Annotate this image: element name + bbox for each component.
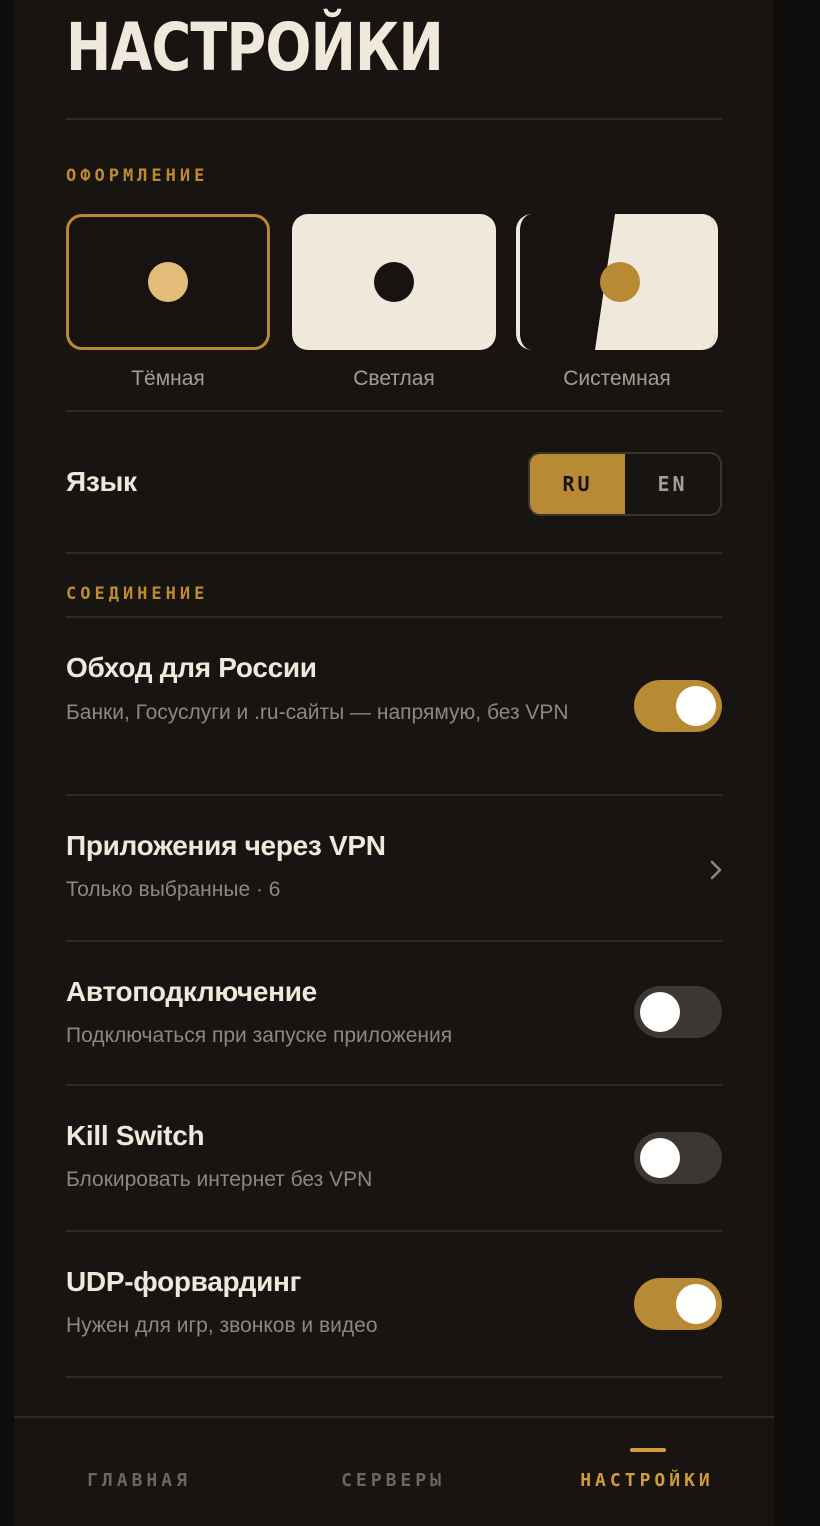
toggle-autoconnect[interactable]	[634, 986, 722, 1038]
setting-subtitle-kill-switch: Блокировать интернет без VPN	[66, 1168, 373, 1191]
theme-label-dark: Тёмная	[131, 367, 205, 390]
setting-subtitle-russia-bypass: Банки, Госуслуги и .ru-сайты — напрямую,…	[66, 701, 569, 724]
setting-subtitle-autoconnect: Подключаться при запуске приложения	[66, 1024, 453, 1047]
nav-item-settings[interactable]: НАСТРОЙКИ	[522, 1470, 772, 1491]
nav-active-indicator	[630, 1448, 666, 1452]
setting-title-split-tunneling: Приложения через VPN	[66, 830, 386, 861]
setting-title-kill-switch: Kill Switch	[66, 1120, 205, 1151]
setting-subtitle-udp-forwarding: Нужен для игр, звонков и видео	[66, 1314, 378, 1337]
theme-preview-system	[516, 214, 718, 350]
theme-label-light: Светлая	[353, 367, 435, 390]
toggle-russia-bypass[interactable]	[634, 680, 722, 732]
theme-option-dark[interactable]: Тёмная	[66, 214, 270, 394]
divider	[66, 1376, 722, 1378]
language-option-en[interactable]: EN	[625, 454, 720, 514]
setting-title-udp-forwarding: UDP-форвардинг	[66, 1266, 301, 1297]
theme-label-system: Системная	[563, 367, 671, 390]
toggle-knob	[640, 992, 680, 1032]
toggle-knob	[640, 1138, 680, 1178]
page-title: НАСТРОЙКИ	[66, 9, 444, 86]
divider	[66, 118, 722, 120]
section-header-appearance: ОФОРМЛЕНИЕ	[66, 166, 209, 186]
divider	[66, 552, 722, 554]
theme-option-light[interactable]: Светлая	[292, 214, 496, 394]
nav-item-servers[interactable]: СЕРВЕРЫ	[268, 1470, 518, 1491]
theme-dot	[600, 262, 640, 302]
divider	[66, 940, 722, 942]
settings-screen: НАСТРОЙКИ ОФОРМЛЕНИЕ Тёмная Светлая Сист…	[14, 0, 774, 1526]
theme-preview-dark	[66, 214, 270, 350]
theme-dot	[148, 262, 188, 302]
section-header-connection: СОЕДИНЕНИЕ	[66, 584, 209, 604]
language-option-ru[interactable]: RU	[530, 454, 625, 514]
theme-dot	[374, 262, 414, 302]
divider	[66, 1084, 722, 1086]
toggle-knob	[676, 686, 716, 726]
nav-item-home[interactable]: ГЛАВНАЯ	[14, 1470, 264, 1491]
divider	[66, 616, 722, 618]
divider	[66, 794, 722, 796]
divider	[66, 410, 722, 412]
setting-subtitle-split-tunneling: Только выбранные · 6	[66, 878, 281, 901]
toggle-udp-forwarding[interactable]	[634, 1278, 722, 1330]
theme-preview-light	[292, 214, 496, 350]
setting-title-autoconnect: Автоподключение	[66, 976, 317, 1007]
divider	[66, 1230, 722, 1232]
language-label: Язык	[66, 466, 137, 497]
bottom-nav: ГЛАВНАЯ СЕРВЕРЫ НАСТРОЙКИ	[14, 1416, 774, 1526]
chevron-right-icon[interactable]	[702, 856, 730, 884]
scrollbar[interactable]	[772, 0, 774, 476]
setting-title-russia-bypass: Обход для России	[66, 652, 317, 683]
language-selector: RU EN	[528, 452, 722, 516]
theme-option-system[interactable]: Системная	[516, 214, 722, 394]
toggle-knob	[676, 1284, 716, 1324]
toggle-kill-switch[interactable]	[634, 1132, 722, 1184]
